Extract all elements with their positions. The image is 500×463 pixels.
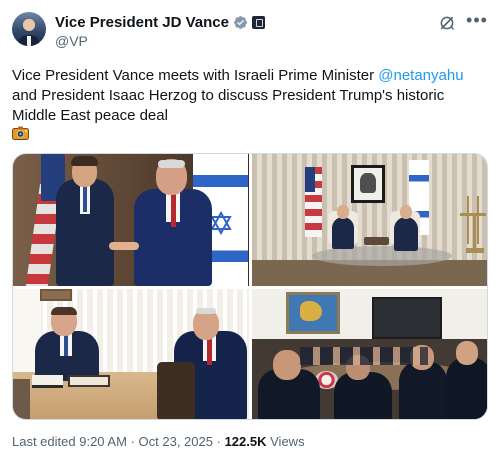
edited-label[interactable]: Last edited (12, 434, 76, 449)
meta-separator-2: · (216, 434, 221, 449)
camera-flash-icon (12, 126, 29, 140)
post-time[interactable]: 9:20 AM (79, 434, 127, 449)
post-text: Vice President Vance meets with Israeli … (12, 66, 488, 126)
mention-link[interactable]: @netanyahu (378, 67, 463, 84)
post-header: Vice President JD Vance @VP ••• (12, 11, 488, 52)
avatar[interactable] (12, 12, 46, 46)
post-meta: Last edited 9:20 AM · Oct 23, 2025 · 122… (12, 434, 305, 449)
post-text-before: Vice President Vance meets with Israeli … (12, 67, 379, 84)
post-text-after: and President Isaac Herzog to discuss Pr… (12, 87, 445, 124)
display-name[interactable]: Vice President JD Vance (55, 14, 229, 31)
more-options-icon[interactable]: ••• (466, 11, 488, 34)
photo-delegation-meeting[interactable] (252, 289, 487, 419)
author-name-line: Vice President JD Vance (55, 14, 265, 31)
photo-sitting-room[interactable] (252, 154, 487, 286)
government-badge-icon[interactable] (252, 16, 265, 29)
post-date[interactable]: Oct 23, 2025 (139, 434, 213, 449)
grok-icon[interactable] (438, 14, 456, 32)
photo-handshake[interactable] (13, 154, 249, 286)
verified-badge-icon[interactable] (233, 15, 248, 30)
meta-separator: · (130, 434, 135, 449)
photo-gallery (12, 153, 488, 420)
photo-table-meeting[interactable] (13, 289, 249, 419)
views-count: 122.5K (224, 434, 267, 449)
views-label: Views (270, 434, 305, 449)
handle[interactable]: @VP (55, 33, 88, 49)
